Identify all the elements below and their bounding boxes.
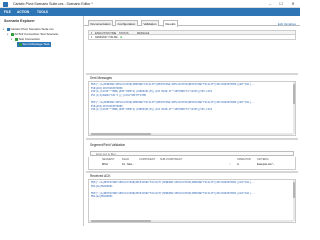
filter-input[interactable] [91, 153, 293, 156]
menu-bar: FILE ACTION TOOLS [0, 8, 300, 16]
sent-messages-panel: MSH|^~\&|SENDING^APPLICATION|SENDING^FAC… [88, 81, 296, 136]
tab-validation[interactable]: Validation [141, 20, 159, 26]
criteria-cell: Example-HL7... [257, 162, 275, 166]
search-icon: ⌕ [92, 152, 94, 157]
message-line: MSH|^~\&|SENDING^APPLICATION|SENDING^FAC… [91, 101, 256, 104]
field-cell: 10 - Mes... [122, 162, 135, 166]
chevron-down-icon[interactable]: ▾ [3, 28, 6, 31]
editor-tabs: Documentation Configuration Validation R… [84, 20, 300, 27]
message-line: MSH|^~\&|RECEIVING^APPLICATION|RECEIVING… [91, 181, 256, 184]
column-header[interactable]: SEGMENT [102, 158, 114, 161]
segment-validation-label: Segment/Field Validation [90, 143, 126, 147]
segment-cell: MSH [102, 162, 108, 166]
tree-item-label: Test Connection [18, 37, 41, 42]
tab-results[interactable]: Results [163, 20, 179, 27]
message-line: PID|1||12345^^^MRN||DOE^JOHN^A||19800101… [91, 108, 212, 112]
menu-tools[interactable]: TOOLS [37, 10, 48, 14]
column-header[interactable]: FIELD [122, 158, 129, 161]
column-header[interactable]: SUB-COMPONENT [160, 158, 182, 161]
tree-item-suite[interactable]: ▾ Caristix Pivot Scenario Suite.cxs [3, 27, 54, 32]
minimize-button[interactable]: – [265, 0, 275, 8]
scenario-explorer-heading: Scenario Explorer [4, 19, 35, 23]
message-line: PV1|1|I|WARD1^101^1||||1234^SMITH^JOHN [91, 93, 146, 97]
menu-file[interactable]: FILE [4, 10, 11, 14]
results-grid-body [88, 40, 296, 73]
splitter[interactable] [86, 73, 298, 75]
message-line: MSA|AA|MSG00001 [91, 184, 113, 188]
tree-item-scenario[interactable]: ▾ ACTs3 Connection Test Scenario [7, 32, 58, 37]
check-icon [18, 42, 22, 46]
message-line: EVN|A01|20170403070000 [91, 86, 123, 90]
tab-configuration[interactable]: Configuration [115, 20, 138, 26]
tree-item-label: Send Message Task [22, 42, 50, 47]
close-button[interactable]: ✕ [288, 0, 298, 8]
tree-item-send-message-task[interactable]: Send Message Task [17, 42, 51, 47]
tab-documentation[interactable]: Documentation [88, 20, 114, 26]
horizontal-scrollbar[interactable] [89, 132, 293, 135]
check-icon [14, 37, 18, 41]
table-row[interactable]: MSH 10 - Mes... ✓ is Example-HL7... [89, 162, 295, 167]
segment-validation-grid: SEGMENT FIELD COMPONENT SUB-COMPONENT OP… [88, 157, 296, 170]
message-line: MSH|^~\&|RECEIVING^APPLICATION|RECEIVING… [91, 191, 256, 195]
chevron-down-icon[interactable]: ▾ [11, 38, 14, 41]
message-line: MSA|AA|MSG00001 [91, 195, 113, 199]
menu-action[interactable]: ACTION [17, 10, 29, 14]
splitter[interactable] [86, 138, 298, 140]
vertical-scrollbar[interactable] [292, 82, 295, 134]
window-title: Caristix Pivot Scenario Suite.cxs - Scen… [13, 1, 93, 6]
chevron-down-icon[interactable]: ▾ [7, 33, 10, 36]
maximize-button[interactable]: ☐ [276, 0, 286, 8]
suite-icon [6, 27, 10, 31]
column-header[interactable]: CRITERIA [257, 158, 269, 161]
filter-field[interactable]: ⌕ [90, 151, 294, 157]
received-ack-label: Received ACK [90, 174, 111, 178]
tree-item-label: Caristix Pivot Scenario Suite.cxs [10, 27, 54, 32]
check-icon [10, 32, 14, 36]
segment-grid-header: SEGMENT FIELD COMPONENT SUB-COMPONENT OP… [89, 157, 295, 162]
operator-cell: is [237, 162, 239, 166]
edit-variables-link[interactable]: Edit Variables [278, 22, 296, 26]
tree-item-label: ACTs3 Connection Test Scenario [14, 32, 59, 37]
column-header[interactable]: OPERATOR [237, 158, 251, 161]
sent-messages-label: Sent Messages [90, 76, 112, 80]
app-icon [3, 1, 8, 7]
horizontal-scrollbar[interactable] [89, 219, 293, 222]
scenario-explorer: Scenario Explorer ▾ Caristix Pivot Scena… [0, 16, 84, 226]
splitter[interactable] [86, 171, 298, 173]
title-bar: Caristix Pivot Scenario Suite.cxs - Scen… [0, 0, 300, 8]
message-line: MSH|^~\&|SENDING^APPLICATION|SENDING^FAC… [91, 83, 256, 86]
column-header[interactable]: COMPONENT [139, 158, 155, 161]
received-ack-panel: MSH|^~\&|RECEIVING^APPLICATION|RECEIVING… [88, 179, 296, 223]
check-icon: ✓ [229, 162, 232, 166]
vertical-scrollbar[interactable] [292, 180, 295, 221]
message-line: EVN|A01|20170403070000 [91, 104, 123, 108]
message-line: PID|1||12345^^^MRN||DOE^JOHN^A||19800101… [91, 90, 212, 94]
tree-item-test-connection[interactable]: ▾ Test Connection [11, 37, 40, 42]
